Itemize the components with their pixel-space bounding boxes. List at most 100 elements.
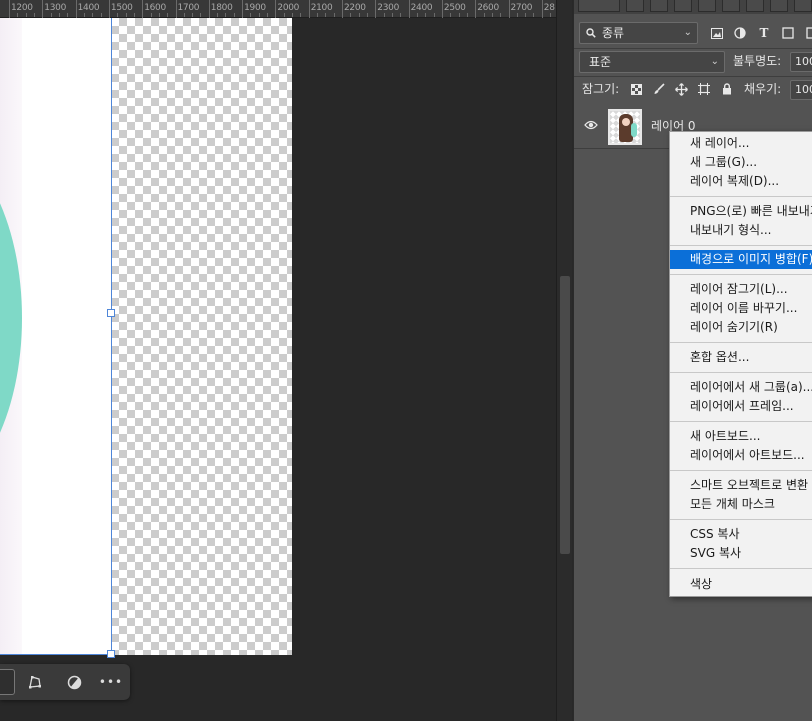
menu-item-new-group[interactable]: 새 그룹(G)... [670, 153, 812, 172]
ruler-minor-tick [50, 13, 52, 17]
lock-label: 잠그기: [582, 82, 620, 96]
ruler-minor-tick [533, 13, 535, 17]
ruler-label: 1700 [177, 3, 200, 13]
menu-item-rename-layer[interactable]: 레이어 이름 바꾸기... [670, 299, 812, 318]
adjustment-filter-icon[interactable] [731, 23, 749, 43]
transform-handle-bottom-right[interactable] [107, 650, 115, 658]
blend-row: 표준 ⌄ 불투명도: 100% [574, 48, 812, 76]
canvas-area[interactable] [0, 18, 556, 721]
panel-tab[interactable] [722, 0, 740, 12]
menu-item-duplicate-layer[interactable]: 레이어 복제(D)... [670, 172, 812, 191]
menu-item-export-as[interactable]: 내보내기 형식... [670, 221, 812, 240]
menu-item-lock-layers[interactable]: 레이어 잠그기(L)... [670, 280, 812, 299]
lock-transparent-pixels-icon[interactable] [627, 79, 645, 99]
transform-handle-right[interactable] [107, 309, 115, 317]
menu-item-copy-svg[interactable]: SVG 복사 [670, 544, 812, 563]
layer-context-menu: 새 레이어... 새 그룹(G)... 레이어 복제(D)... PNG으(로)… [669, 131, 812, 597]
ruler-label: 2700 [510, 3, 533, 13]
ruler-major-tick [242, 0, 244, 18]
menu-item-blending-options[interactable]: 혼합 옵션... [670, 348, 812, 367]
ruler-minor-tick [100, 13, 102, 17]
panel-tab[interactable] [746, 0, 764, 12]
more-dots-icon[interactable]: ••• [98, 670, 124, 694]
ruler-minor-tick [67, 13, 69, 17]
panel-tab[interactable] [578, 0, 620, 12]
layer-thumbnail[interactable] [608, 109, 642, 145]
ruler-major-tick [475, 0, 477, 18]
ruler-minor-tick [317, 13, 319, 17]
smart-object-filter-icon[interactable] [802, 23, 812, 43]
ruler-minor-tick [433, 13, 435, 17]
ruler-minor-tick [125, 13, 127, 17]
ruler-minor-tick [58, 13, 60, 17]
document-canvas[interactable] [0, 18, 111, 655]
ruler-major-tick [42, 0, 44, 18]
lock-position-move-icon[interactable] [672, 79, 690, 99]
menu-item-hide-layers[interactable]: 레이어 숨기기(R) [670, 318, 812, 337]
warp-transform-icon[interactable] [22, 670, 48, 694]
ruler-label: 2300 [377, 3, 400, 13]
ruler-major-tick [441, 0, 443, 18]
ruler-minor-tick [491, 13, 493, 17]
shape-filter-icon[interactable] [779, 23, 797, 43]
ruler-minor-tick [17, 13, 19, 17]
ruler-label: 1300 [44, 3, 67, 13]
menu-separator [670, 470, 812, 471]
lock-image-pixels-brush-icon[interactable] [650, 79, 668, 99]
ruler-minor-tick [333, 13, 335, 17]
lock-artboard-icon[interactable] [695, 79, 713, 99]
thumbnail-face [622, 118, 630, 126]
menu-item-frame-from-layers[interactable]: 레이어에서 프레임... [670, 397, 812, 416]
type-filter-icon[interactable]: T [755, 23, 773, 43]
contextual-input[interactable] [0, 669, 15, 695]
ruler-minor-tick [283, 13, 285, 17]
fill-input[interactable]: 100% [790, 80, 812, 100]
lock-row: 잠그기: 채우기: 100% [574, 76, 812, 104]
half-circle-adjust-icon[interactable] [61, 670, 87, 694]
ruler-minor-tick [358, 13, 360, 17]
panel-tab[interactable] [698, 0, 716, 12]
selection-bound-bottom [0, 654, 112, 655]
scrollbar-thumb[interactable] [560, 276, 570, 554]
image-filter-icon[interactable] [708, 23, 726, 43]
ruler-minor-tick [192, 13, 194, 17]
blend-mode-select[interactable]: 표준 ⌄ [579, 51, 725, 73]
menu-item-color[interactable]: 색상 [670, 575, 812, 594]
menu-item-new-artboard[interactable]: 새 아트보드... [670, 427, 812, 446]
menu-separator [670, 196, 812, 197]
menu-item-quick-export-png[interactable]: PNG으(로) 빠른 내보내기 [670, 202, 812, 221]
menu-item-mask-all-objects[interactable]: 모든 개체 마스크 [670, 495, 812, 514]
canvas-vertical-scrollbar[interactable] [556, 0, 572, 721]
ruler-minor-tick [150, 13, 152, 17]
ruler-minor-tick [117, 13, 119, 17]
menu-item-new-layer[interactable]: 새 레이어... [670, 134, 812, 153]
menu-item-group-from-layers[interactable]: 레이어에서 새 그룹(a)... [670, 378, 812, 397]
ruler-minor-tick [500, 13, 502, 17]
opacity-input[interactable]: 100% [790, 52, 812, 72]
ruler-minor-tick [458, 13, 460, 17]
ruler-major-tick [541, 0, 543, 18]
menu-item-copy-css[interactable]: CSS 복사 [670, 525, 812, 544]
transparent-area [111, 18, 292, 655]
panel-tab[interactable] [626, 0, 644, 12]
ruler-minor-tick [267, 13, 269, 17]
panel-tab[interactable] [650, 0, 668, 12]
panel-tab[interactable] [770, 0, 788, 12]
ruler-major-tick [142, 0, 144, 18]
opacity-label: 불투명도: [733, 54, 782, 68]
menu-item-flatten-image[interactable]: 배경으로 이미지 병합(F) [670, 250, 812, 269]
visibility-eye-icon[interactable] [584, 119, 598, 134]
ruler-label: 2200 [344, 3, 366, 13]
menu-item-artboard-from-layers[interactable]: 레이어에서 아트보드... [670, 446, 812, 465]
layer-filter-select[interactable]: 종류 ⌄ [579, 22, 698, 44]
ruler-minor-tick [158, 13, 160, 17]
ruler-major-tick [208, 0, 210, 18]
panel-tab[interactable] [794, 0, 812, 12]
panel-tab[interactable] [674, 0, 692, 12]
menu-item-convert-smart-object[interactable]: 스마트 오브젝트로 변환 [670, 476, 812, 495]
ruler-label: 1900 [244, 3, 266, 13]
ruler-minor-tick [525, 13, 527, 17]
selection-bound-right [111, 18, 112, 655]
lock-all-icon[interactable] [718, 79, 736, 99]
horizontal-ruler[interactable]: 1200 1300 1400 1500 1600 1700 1800 1900 2000 2100… [0, 0, 556, 18]
